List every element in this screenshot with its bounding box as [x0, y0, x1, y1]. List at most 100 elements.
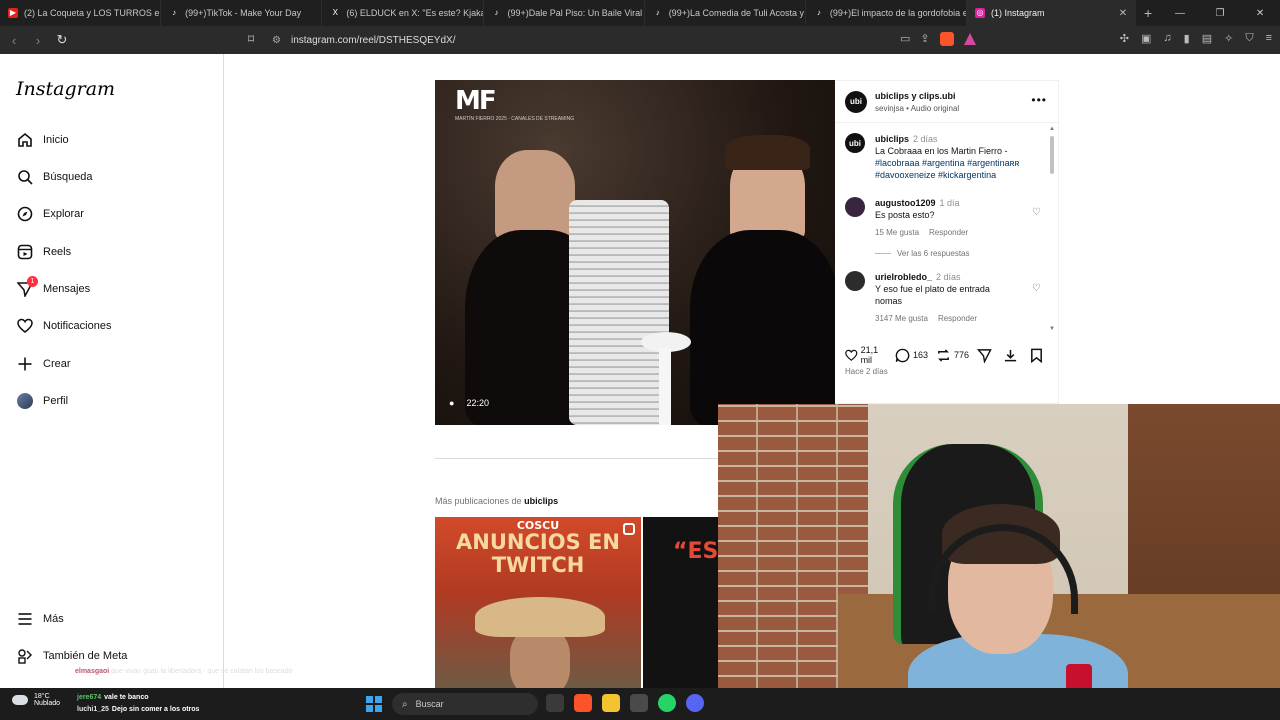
more-post-thumbnail[interactable]: “EST [643, 517, 718, 688]
more-posts-user[interactable]: ubiclips [524, 496, 558, 506]
chat-message: Dejo sin comer a los otros [111, 706, 200, 713]
caption-avatar[interactable]: ubi [845, 133, 865, 153]
scroll-down-icon[interactable]: ▼ [1049, 326, 1055, 332]
windows-start-icon[interactable] [366, 696, 382, 712]
tab-5[interactable]: ♪ (99+)El impacto de la gordofobia en [806, 0, 968, 26]
download-button[interactable] [1003, 348, 1021, 363]
comment-user[interactable]: urielrobledo_ [875, 272, 932, 282]
comment-likes[interactable]: 15 Me gusta [875, 228, 919, 237]
comment-user[interactable]: augustoo1209 [875, 198, 936, 208]
url-bar[interactable]: ⚙ instagram.com/reel/DSTHESQEYdX/ [272, 30, 992, 50]
instagram-logo[interactable]: Instagram [16, 78, 115, 100]
like-button[interactable]: 21,1 mil [845, 345, 887, 365]
close-tab-icon[interactable]: ✕ [1113, 8, 1127, 19]
file-explorer-icon[interactable] [602, 694, 620, 712]
author-name[interactable]: ubiclips y clips.ubi [875, 91, 956, 101]
caption-hashtags-2[interactable]: #davooxeneize #kickargentina [875, 170, 996, 180]
tab-4[interactable]: ♪ (99+)La Comedia de Tuli Acosta y M [645, 0, 806, 26]
reload-icon[interactable]: ↻ [52, 32, 72, 48]
webcam-overlay [718, 404, 1280, 720]
reply-link[interactable]: Responder [938, 314, 977, 323]
tab-6-active[interactable]: ◎ (1) Instagram ✕ [967, 0, 1137, 26]
sidebar-item-crear[interactable]: Crear [16, 352, 71, 376]
comment-avatar[interactable] [845, 197, 865, 217]
messenger-icon: 1 [16, 276, 38, 298]
sidebar-item-notificaciones[interactable]: Notificaciones [16, 314, 111, 338]
wallet-icon[interactable]: ▤ [1202, 32, 1212, 45]
caption-hashtags-1[interactable]: #lacobraaa #argentina #argentinaʀʀ [875, 158, 1019, 168]
bookmark-icon[interactable]: ⌑ [248, 32, 254, 46]
tab-1[interactable]: ♪ (99+)TikTok - Make Your Day [161, 0, 323, 26]
reply-link[interactable]: Responder [929, 228, 968, 237]
share-button[interactable] [977, 348, 995, 363]
bookmark-icon [1031, 348, 1042, 363]
brave-shields-icon[interactable] [939, 32, 954, 46]
like-comment-icon[interactable]: ♡ [1032, 207, 1041, 219]
browser-tabbar: ▶(2) La Coqueta y LOS TURROS en LA ♪(99+… [0, 0, 1280, 26]
stream-chat: jere674 vale te banco luchi1_25 Dejo sin c… [77, 692, 199, 716]
caption-user[interactable]: ubiclips [875, 134, 909, 144]
comments-scrollbar[interactable] [1050, 136, 1054, 174]
like-count: 21,1 mil [860, 345, 879, 365]
weather-widget[interactable]: 18°C Nublado [12, 693, 60, 707]
more-post-thumbnail[interactable]: COSCU ANUNCIOS EN TWITCH [435, 517, 641, 688]
cast-icon[interactable]: ▭ [900, 32, 910, 46]
menu-icon[interactable]: ≡ [1266, 32, 1272, 45]
scroll-up-icon[interactable]: ▲ [1049, 126, 1055, 132]
author-avatar[interactable]: ubi [845, 91, 867, 113]
new-tab-button[interactable]: + [1136, 5, 1160, 21]
sidebar-item-explorar[interactable]: Explorar [16, 202, 84, 226]
comment-likes[interactable]: 3147 Me gusta [875, 314, 928, 323]
store-icon[interactable] [630, 694, 648, 712]
sidebar-item-meta[interactable]: También de Meta [16, 644, 127, 668]
sidebar-icon[interactable]: ▮ [1184, 32, 1190, 45]
reel-video[interactable]: MF MARTÍN FIERRO 2025 · CANALES DE STREA… [435, 80, 835, 425]
whatsapp-icon[interactable] [658, 694, 676, 712]
window-controls: — ❐ ✕ [1160, 8, 1280, 19]
back-icon[interactable]: ‹ [4, 33, 24, 48]
brave-rewards-icon[interactable] [963, 33, 976, 45]
sidebar-item-inicio[interactable]: Inicio [16, 128, 69, 152]
person-left [495, 150, 575, 240]
tab-2[interactable]: X(6) ELDUCK en X: "Es este? Kjakakaja [322, 0, 484, 26]
comment-avatar[interactable] [845, 271, 865, 291]
comment-count: 163 [912, 350, 928, 360]
taskbar-search[interactable]: ⌕ Buscar [392, 693, 538, 715]
more-options-icon[interactable]: ••• [1031, 93, 1047, 107]
repost-icon [938, 348, 949, 362]
maximize-icon[interactable]: ❐ [1200, 8, 1240, 19]
extensions-icon[interactable]: ✣ [1120, 32, 1129, 45]
share-icon[interactable]: ⇪ [920, 32, 929, 46]
vpn-icon[interactable]: ⛉ [1245, 32, 1253, 45]
media-icon[interactable]: ♫ [1163, 32, 1171, 45]
tab-0[interactable]: ▶(2) La Coqueta y LOS TURROS en LA [0, 0, 162, 26]
sidebar-item-busqueda[interactable]: Búsqueda [16, 165, 93, 189]
home-icon [16, 131, 34, 149]
discord-icon[interactable] [686, 694, 704, 712]
task-view-icon[interactable] [546, 694, 564, 712]
comment-text: Es posta esto? [875, 210, 935, 220]
view-replies[interactable]: Ver las 6 respuestas [875, 249, 969, 258]
forward-icon[interactable]: › [28, 33, 48, 48]
download-icon [1004, 349, 1017, 361]
sidebar-item-perfil[interactable]: Perfil [16, 389, 68, 413]
sidebar-item-mas[interactable]: Más [16, 607, 64, 631]
person-icon: ● [449, 398, 455, 408]
minimize-icon[interactable]: — [1160, 8, 1200, 19]
audio-info[interactable]: sevinjsa • Audio original [875, 104, 959, 113]
save-button[interactable] [1029, 348, 1047, 363]
sidebar-item-reels[interactable]: Reels [16, 240, 71, 264]
like-comment-icon[interactable]: ♡ [1032, 283, 1041, 295]
chat-message: que vivan guau la libertadora - que se c… [111, 668, 293, 675]
leo-icon[interactable]: ✧ [1224, 32, 1233, 45]
close-window-icon[interactable]: ✕ [1240, 8, 1280, 19]
tab-3[interactable]: ♪ (99+)Dale Pal Piso: Un Baile Viral que [484, 0, 645, 26]
hamburger-icon [16, 610, 34, 628]
screenshot-icon[interactable]: ▣ [1141, 32, 1151, 45]
repost-button[interactable]: 776 [936, 348, 969, 363]
person-right-body [690, 230, 835, 425]
site-info-icon[interactable]: ⚙ [272, 35, 281, 46]
brave-icon[interactable] [574, 694, 592, 712]
comment-button[interactable]: 163 [895, 348, 928, 363]
sidebar-item-mensajes[interactable]: 1 Mensajes [16, 276, 90, 301]
